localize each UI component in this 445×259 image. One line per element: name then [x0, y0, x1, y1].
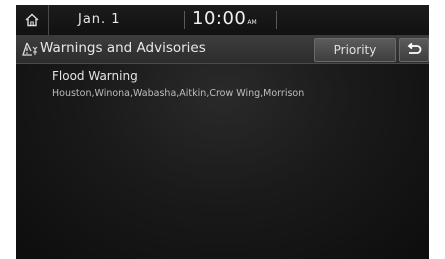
priority-button[interactable]: Priority [314, 38, 396, 62]
home-button[interactable] [16, 5, 49, 35]
warning-triangle-icon [22, 42, 38, 56]
clock-time: 10:00 [192, 8, 247, 29]
back-button[interactable] [399, 38, 429, 62]
page-title: Warnings and Advisories [40, 40, 206, 56]
divider [276, 11, 277, 29]
status-bar: Jan. 1 10:00AM [16, 5, 429, 36]
clock-ampm: AM [247, 19, 257, 26]
screen: Jan. 1 10:00AM Warnings and Advisories P… [16, 5, 429, 259]
divider [184, 11, 185, 29]
home-icon [25, 13, 39, 27]
alert-list-item[interactable]: Flood Warning Houston,Winona,Wabasha,Ait… [52, 67, 422, 107]
title-bar: Warnings and Advisories Priority [16, 36, 429, 64]
alert-areas: Houston,Winona,Wabasha,Aitkin,Crow Wing,… [52, 88, 305, 99]
date-display: Jan. 1 [78, 12, 121, 27]
alert-title: Flood Warning [52, 69, 138, 83]
clock-display: 10:00AM [192, 8, 257, 29]
back-arrow-icon [407, 43, 422, 54]
